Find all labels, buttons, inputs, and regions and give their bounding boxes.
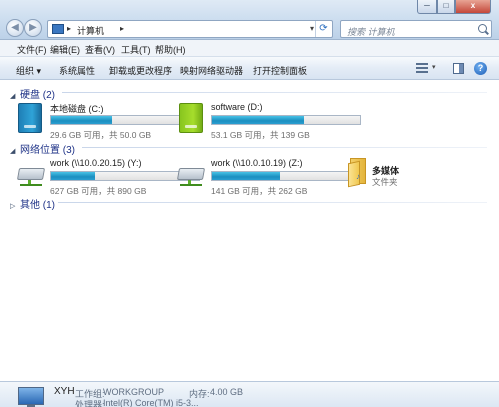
forward-button[interactable]: ▶ (24, 19, 42, 37)
menu-help[interactable]: 帮助(H) (155, 43, 186, 56)
group-header-other[interactable]: ▷ 其他 (1) (10, 196, 55, 211)
drive-z-usage-bar (211, 171, 361, 181)
drive-c-usage-bar (50, 115, 200, 125)
map-network-drive-button[interactable]: 映射网络驱动器 (180, 64, 243, 77)
network-drive-icon (16, 160, 48, 186)
help-icon[interactable]: ? (474, 62, 487, 75)
breadcrumb-chevron-icon[interactable]: ▸ (67, 24, 71, 33)
organize-button[interactable]: 组织 ▾ (16, 64, 41, 77)
group-title: 网络位置 (3) (20, 145, 75, 156)
memory-value: 4.00 GB (210, 387, 244, 397)
collapse-triangle-icon[interactable]: ◢ (10, 147, 20, 155)
menu-file[interactable]: 文件(F) (17, 43, 47, 56)
content-area: ◢ 硬盘 (2) 本地磁盘 (C:) 29.6 GB 可用，共 50.0 GB s… (0, 81, 499, 381)
drive-d-space: 53.1 GB 可用，共 139 GB (211, 130, 310, 140)
back-button[interactable]: ◀ (6, 19, 24, 37)
breadcrumb-chevron-icon[interactable]: ▸ (120, 24, 124, 33)
command-bar: 组织 ▾ 系统属性 卸载或更改程序 映射网络驱动器 打开控制面板 ▾ ? (0, 57, 499, 80)
details-pane: XYH 工作组: WORKGROUP 内存: 4.00 GB 处理器: Inte… (0, 381, 499, 407)
usage-fill (51, 172, 96, 180)
drive-y-name: work (\\10.0.20.15) (Y:) (50, 158, 142, 168)
view-options-icon[interactable] (416, 63, 428, 73)
menu-tools[interactable]: 工具(T) (121, 43, 151, 56)
close-button[interactable]: x (455, 0, 491, 14)
menu-view[interactable]: 查看(V) (85, 43, 115, 56)
breadcrumb-computer[interactable]: 计算机 (77, 24, 104, 37)
drive-y-tile[interactable]: work (\\10.0.20.15) (Y:) 627 GB 可用，共 890… (16, 158, 200, 198)
hdd-blue-icon (18, 103, 42, 133)
drive-d-usage-bar (211, 115, 361, 125)
group-title: 其他 (1) (20, 200, 55, 211)
processor-value: Intel(R) Core(TM) i5-3... (103, 398, 199, 407)
title-bar: ─ □ x ◀ ▶ ▸ 计算机 ▸ ▾ ⟳ 搜索 计算机 (0, 0, 499, 40)
usage-fill (212, 116, 304, 124)
workgroup-value: WORKGROUP (103, 387, 165, 397)
view-dropdown-icon[interactable]: ▾ (432, 63, 436, 71)
arrow-right-icon: ▶ (29, 22, 37, 33)
preview-pane-icon[interactable] (453, 63, 464, 74)
menu-edit[interactable]: 编辑(E) (50, 43, 80, 56)
minimize-button[interactable]: ─ (417, 0, 437, 14)
processor-label: 处理器: (75, 400, 105, 407)
search-input[interactable]: 搜索 计算机 (347, 25, 395, 38)
hdd-green-icon (179, 103, 203, 133)
drive-c-name: 本地磁盘 (C:) (50, 104, 104, 114)
computer-name: XYH (54, 386, 75, 397)
address-dropdown-icon[interactable]: ▾ (310, 24, 314, 33)
drive-z-tile[interactable]: work (\\10.0.10.19) (Z:) 141 GB 可用，共 262… (176, 158, 361, 198)
search-icon[interactable] (478, 24, 487, 33)
system-properties-button[interactable]: 系统属性 (59, 64, 95, 77)
address-bar[interactable]: ▸ 计算机 ▸ ▾ ⟳ (47, 20, 333, 38)
multimedia-folder-tile[interactable]: ♪ 多媒体 文件夹 (348, 158, 468, 198)
uninstall-program-button[interactable]: 卸载或更改程序 (109, 64, 172, 77)
folder-icon: ♪ (348, 158, 368, 188)
usage-fill (51, 116, 112, 124)
drive-c-tile[interactable]: 本地磁盘 (C:) 29.6 GB 可用，共 50.0 GB (18, 102, 200, 142)
maximize-button[interactable]: □ (437, 0, 455, 14)
drive-d-name: software (D:) (211, 102, 263, 112)
computer-icon (52, 24, 64, 34)
window-controls: ─ □ x (417, 0, 491, 14)
group-header-network[interactable]: ◢ 网络位置 (3) (10, 141, 75, 156)
collapse-triangle-icon[interactable]: ◢ (10, 92, 20, 100)
drive-d-tile[interactable]: software (D:) 53.1 GB 可用，共 139 GB (179, 102, 361, 142)
network-drive-icon (176, 160, 208, 186)
drive-z-space: 141 GB 可用，共 262 GB (211, 186, 308, 196)
group-header-hard-disks[interactable]: ◢ 硬盘 (2) (10, 86, 55, 101)
refresh-icon[interactable]: ⟳ (315, 21, 331, 37)
drive-c-space: 29.6 GB 可用，共 50.0 GB (50, 130, 152, 140)
group-divider (62, 92, 487, 93)
folder-type: 文件夹 (372, 177, 398, 187)
usage-fill (212, 172, 281, 180)
group-divider (82, 147, 487, 148)
arrow-left-icon: ◀ (11, 22, 19, 33)
drive-z-name: work (\\10.0.10.19) (Z:) (211, 158, 303, 168)
menu-bar: 文件(F) 编辑(E) 查看(V) 工具(T) 帮助(H) (0, 40, 499, 57)
expand-triangle-icon[interactable]: ▷ (10, 202, 20, 210)
computer-icon (18, 387, 44, 407)
search-box[interactable]: 搜索 计算机 (340, 20, 492, 38)
group-title: 硬盘 (2) (20, 90, 55, 101)
group-divider (58, 202, 487, 203)
drive-y-space: 627 GB 可用，共 890 GB (50, 186, 147, 196)
open-control-panel-button[interactable]: 打开控制面板 (253, 64, 307, 77)
